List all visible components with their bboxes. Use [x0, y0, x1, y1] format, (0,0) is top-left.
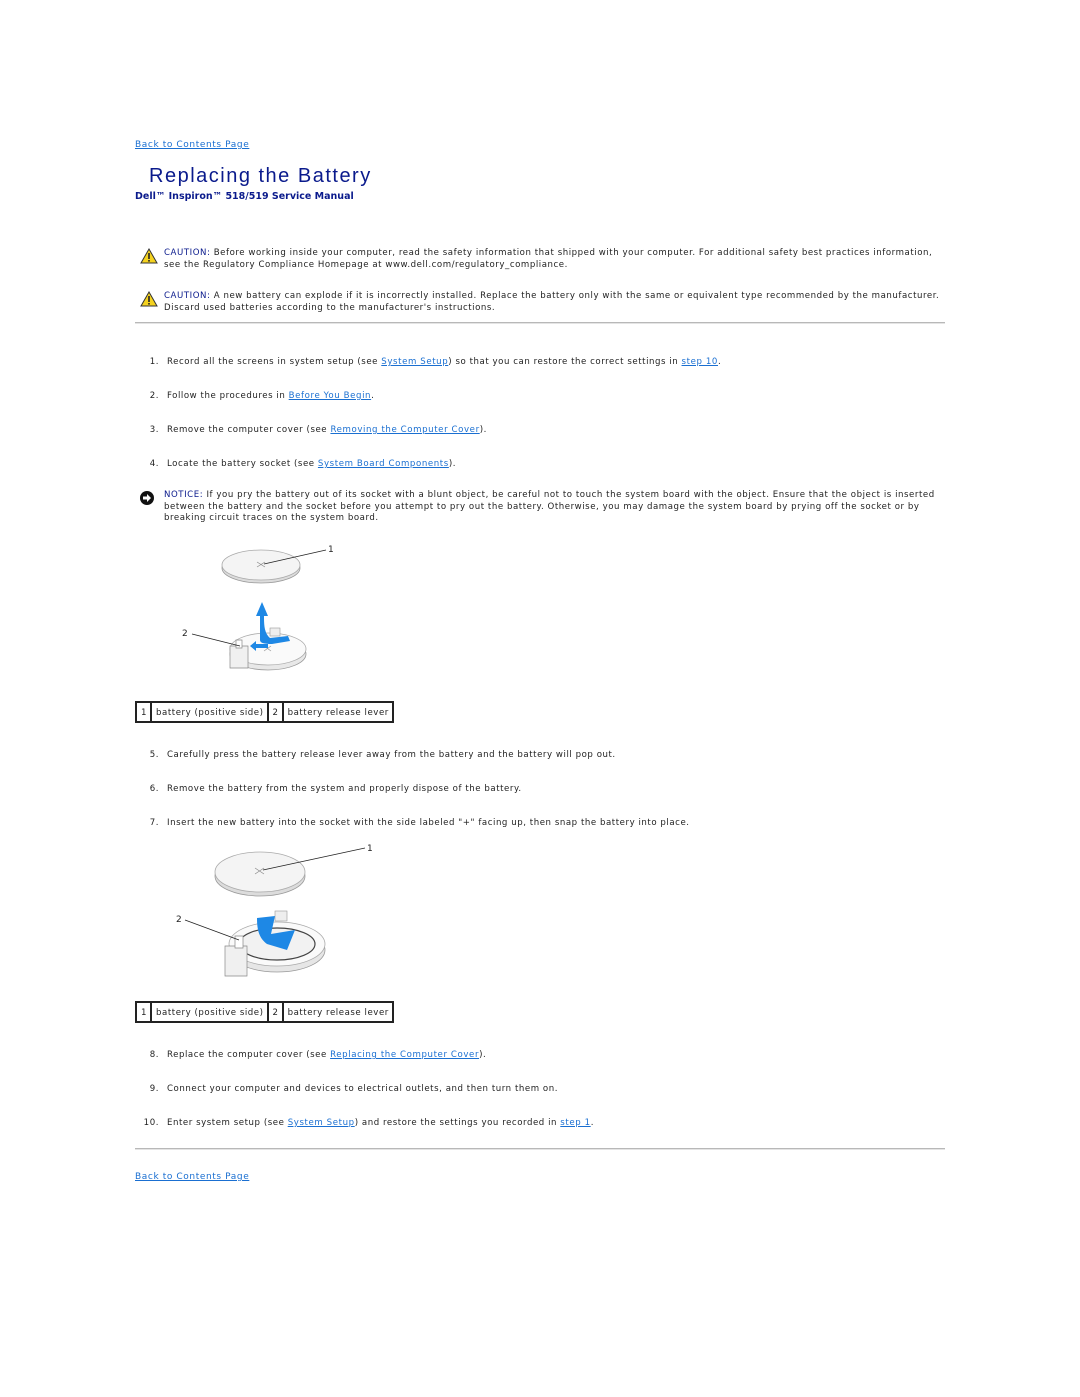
- step-number: 1.: [149, 357, 159, 367]
- step-text: .: [371, 391, 375, 401]
- step-text: .: [718, 357, 722, 367]
- legend-number: 1: [134, 1001, 153, 1023]
- callout-2: 2: [182, 629, 188, 639]
- before-you-begin-link[interactable]: Before You Begin: [289, 391, 371, 401]
- step-text: Replace the computer cover (see: [167, 1050, 331, 1060]
- caution-label: CAUTION:: [164, 248, 211, 258]
- caution-label: CAUTION:: [164, 291, 211, 301]
- step-text: .: [590, 1118, 594, 1128]
- figure-legend: 1 battery (positive side) 2 battery rele…: [134, 701, 394, 723]
- manual-subtitle: Dell™ Inspiron™ 518/519 Service Manual: [135, 191, 354, 202]
- replacing-computer-cover-link[interactable]: Replacing the Computer Cover: [330, 1050, 479, 1060]
- legend-number: 1: [134, 701, 153, 723]
- step-text: ).: [448, 459, 457, 469]
- back-to-contents-link-top[interactable]: Back to Contents Page: [135, 140, 249, 150]
- lift-arrow: [256, 602, 290, 644]
- step-text: Remove the battery from the system and p…: [167, 784, 522, 794]
- legend-label: battery (positive side): [150, 1001, 269, 1023]
- callout-line: [191, 633, 241, 647]
- caution-text: A new battery can explode if it is incor…: [164, 291, 940, 313]
- step-number: 2.: [149, 391, 159, 401]
- notice-arrow-icon: [140, 491, 154, 505]
- page-title: Replacing the Battery: [149, 165, 372, 187]
- caution-text: Before working inside your computer, rea…: [164, 248, 933, 270]
- callout-2: 2: [176, 915, 182, 925]
- notice-label: NOTICE:: [164, 490, 204, 500]
- battery-removal-illustration: 1 2: [182, 545, 334, 671]
- divider: [135, 1148, 945, 1150]
- step-number: 9.: [149, 1084, 159, 1094]
- step-text: ) so that you can restore the correct se…: [448, 357, 682, 367]
- step-text: ).: [479, 1050, 487, 1060]
- system-board-components-link[interactable]: System Board Components: [318, 459, 449, 469]
- step-number: 10.: [143, 1118, 159, 1128]
- step-text: Follow the procedures in: [167, 391, 289, 401]
- step-text: Locate the battery socket (see: [167, 459, 318, 469]
- battery-coin: [221, 549, 301, 584]
- divider: [135, 322, 945, 324]
- legend-label: battery release lever: [281, 1001, 394, 1023]
- step-text: Enter system setup (see: [167, 1118, 288, 1128]
- legend-number: 2: [266, 1001, 284, 1023]
- step-number: 8.: [149, 1050, 159, 1060]
- step-number: 3.: [149, 425, 159, 435]
- back-to-contents-link-bottom[interactable]: Back to Contents Page: [135, 1172, 249, 1182]
- legend-number: 2: [266, 701, 284, 723]
- step-text: ) and restore the settings you recorded …: [354, 1118, 561, 1128]
- figure-legend: 1 battery (positive side) 2 battery rele…: [134, 1001, 394, 1023]
- step-text: Carefully press the battery release leve…: [167, 750, 616, 760]
- callout-line: [184, 919, 240, 941]
- step-text: Insert the new battery into the socket w…: [167, 818, 690, 828]
- step-text: ).: [479, 425, 487, 435]
- step-text: Remove the computer cover (see: [167, 425, 331, 435]
- system-setup-link[interactable]: System Setup: [381, 357, 448, 367]
- legend-label: battery release lever: [281, 701, 394, 723]
- step-text: Connect your computer and devices to ele…: [167, 1084, 558, 1094]
- step-number: 4.: [149, 459, 159, 469]
- step-1-link[interactable]: step 1: [560, 1118, 590, 1128]
- notice-text: If you pry the battery out of its socket…: [164, 490, 935, 523]
- system-setup-link[interactable]: System Setup: [288, 1118, 355, 1128]
- warning-triangle-icon: [140, 291, 158, 307]
- battery-install-illustration: 1 2: [176, 844, 373, 977]
- step-number: 7.: [149, 818, 159, 828]
- step-number: 6.: [149, 784, 159, 794]
- battery-socket: [229, 627, 307, 671]
- warning-triangle-icon: [140, 248, 158, 264]
- callout-1: 1: [328, 545, 334, 555]
- step-text: Record all the screens in system setup (…: [167, 357, 382, 367]
- step-10-link[interactable]: step 10: [682, 357, 718, 367]
- step-number: 5.: [149, 750, 159, 760]
- battery-coin: [214, 851, 306, 897]
- callout-1: 1: [367, 844, 373, 854]
- removing-computer-cover-link[interactable]: Removing the Computer Cover: [330, 425, 479, 435]
- legend-label: battery (positive side): [150, 701, 269, 723]
